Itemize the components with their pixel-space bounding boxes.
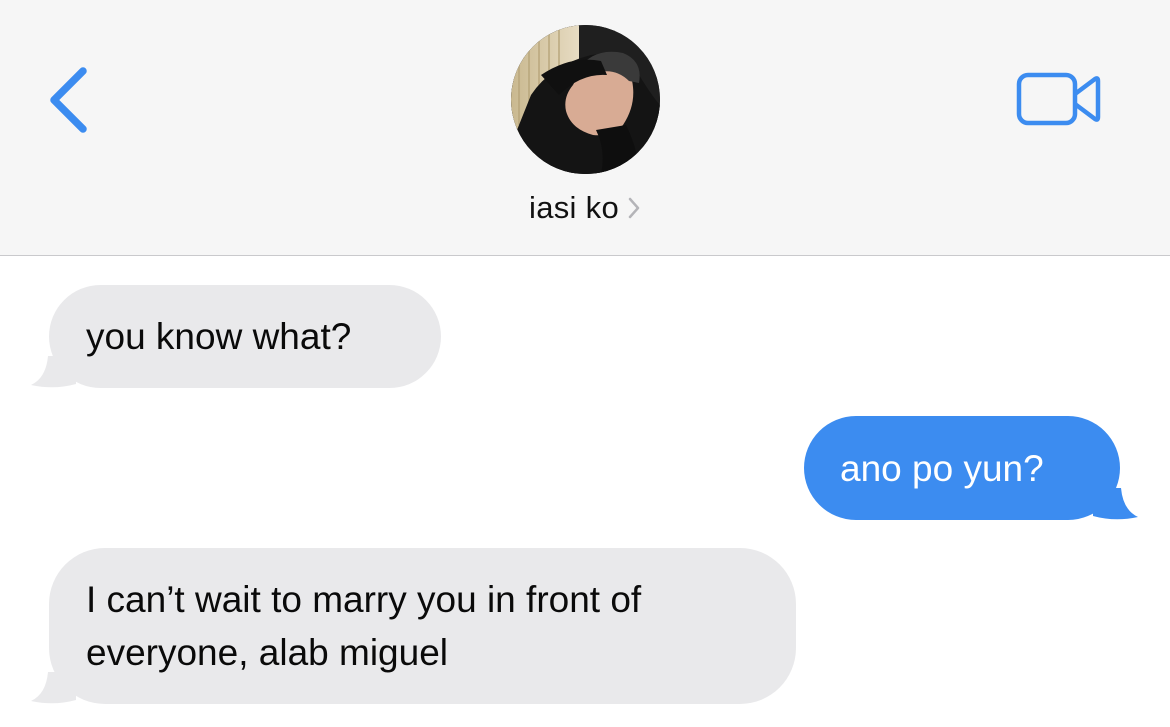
message-text: ano po yun? — [840, 448, 1044, 489]
contact-avatar[interactable] — [511, 25, 660, 174]
bubble-tail — [31, 672, 76, 704]
sent-message-bubble[interactable]: ano po yun? — [804, 416, 1138, 520]
avatar-photo — [511, 25, 660, 174]
received-message-bubble[interactable]: I can’t wait to marry you in front of ev… — [31, 548, 796, 704]
video-camera-icon — [1016, 72, 1101, 126]
contact-name: iasi ko — [529, 190, 619, 225]
video-call-button[interactable] — [1012, 68, 1104, 130]
message-text: I can’t wait to marry you in front of ev… — [86, 579, 642, 673]
message-list: you know what? ano po yun? I can’t wait … — [0, 256, 1170, 727]
bubble-tail — [1093, 488, 1138, 520]
message-text: you know what? — [86, 316, 352, 357]
contact-name-button[interactable]: iasi ko — [0, 190, 1170, 226]
conversation-header: iasi ko — [0, 0, 1170, 256]
bubble-tail — [31, 356, 76, 388]
received-message-bubble[interactable]: you know what? — [31, 285, 441, 388]
chevron-right-icon — [627, 196, 641, 225]
back-button[interactable] — [38, 60, 98, 140]
chevron-left-icon — [50, 67, 87, 133]
